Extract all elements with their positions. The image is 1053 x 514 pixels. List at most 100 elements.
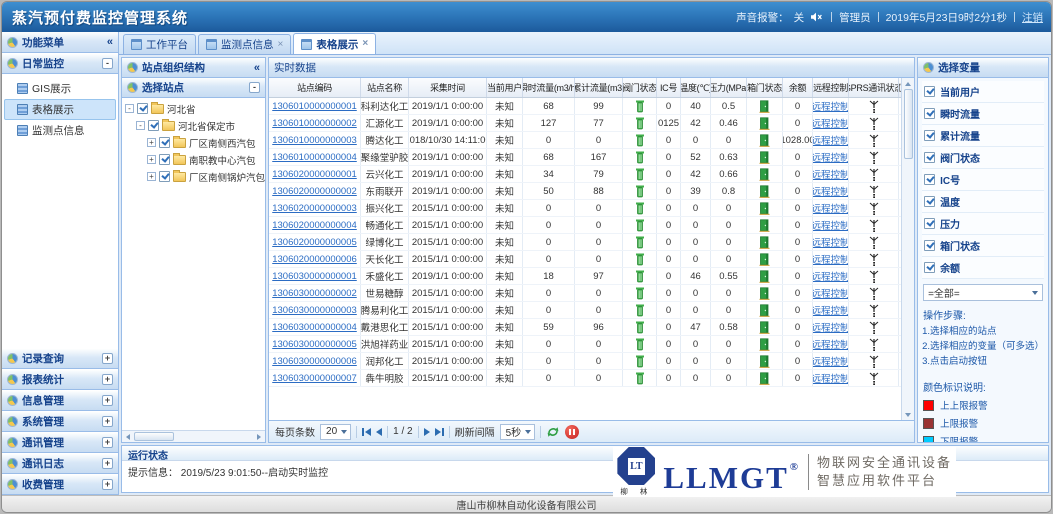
table-row[interactable]: 1306010000000003 腾达化工 2018/10/30 14:11:0…: [269, 132, 901, 149]
variable-option[interactable]: 压力: [922, 213, 1044, 235]
grid-vertical-scrollbar[interactable]: [901, 78, 914, 420]
sidebar-section-header[interactable]: 日常监控 -: [2, 53, 118, 74]
remote-control-link[interactable]: 远程控制: [813, 201, 849, 215]
column-header[interactable]: 累计流量(m3): [575, 78, 623, 97]
table-row[interactable]: 1306030000000002 世易糖醇 2015/1/1 0:00:00 未…: [269, 285, 901, 302]
remote-control-link[interactable]: 远程控制: [813, 286, 849, 300]
station-code-link[interactable]: 1306030000000004: [272, 322, 357, 333]
remote-control-link[interactable]: 远程控制: [813, 133, 849, 147]
refresh-button[interactable]: [546, 425, 560, 439]
sidebar-item[interactable]: 监测点信息: [4, 120, 116, 141]
station-code-link[interactable]: 1306020000000004: [272, 220, 357, 231]
variable-option[interactable]: 瞬时流量: [922, 103, 1044, 125]
station-code-link[interactable]: 1306010000000004: [272, 152, 357, 163]
sidebar-section-header[interactable]: 通讯日志 +: [2, 453, 118, 474]
sidebar-section-header[interactable]: 报表统计 +: [2, 369, 118, 390]
tree-checkbox[interactable]: [159, 171, 170, 182]
remote-control-link[interactable]: 远程控制: [813, 354, 849, 368]
table-row[interactable]: 1306020000000003 振兴化工 2015/1/1 0:00:00 未…: [269, 200, 901, 217]
tree-node[interactable]: + 南职教中心汽包: [122, 151, 265, 168]
select-station-header[interactable]: 选择站点 -: [122, 78, 265, 98]
variable-checkbox[interactable]: [924, 218, 935, 229]
station-code-link[interactable]: 1306020000000002: [272, 186, 357, 197]
sidebar-section-header[interactable]: 记录查询 +: [2, 348, 118, 369]
remote-control-link[interactable]: 远程控制: [813, 150, 849, 164]
table-row[interactable]: 1306020000000005 绿博化工 2015/1/1 0:00:00 未…: [269, 234, 901, 251]
tab[interactable]: 监测点信息 ×: [198, 34, 291, 54]
column-header[interactable]: 箱门状态: [747, 78, 783, 97]
table-row[interactable]: 1306030000000001 禾盛化工 2019/1/1 0:00:00 未…: [269, 268, 901, 285]
table-row[interactable]: 1306010000000004 聚缘堂驴胶 2019/1/1 0:00:00 …: [269, 149, 901, 166]
tree-node[interactable]: - 河北省保定市: [122, 117, 265, 134]
sound-alarm-state[interactable]: 关: [794, 10, 805, 25]
variable-checkbox[interactable]: [924, 174, 935, 185]
remote-control-link[interactable]: 远程控制: [813, 371, 849, 385]
table-row[interactable]: 1306020000000004 畅通化工 2015/1/1 0:00:00 未…: [269, 217, 901, 234]
tree-checkbox[interactable]: [137, 103, 148, 114]
remote-control-link[interactable]: 远程控制: [813, 252, 849, 266]
variable-checkbox[interactable]: [924, 86, 935, 97]
station-code-link[interactable]: 1306020000000003: [272, 203, 357, 214]
speaker-muted-icon[interactable]: [810, 12, 823, 22]
scroll-up-icon[interactable]: [902, 78, 914, 89]
station-code-link[interactable]: 1306030000000001: [272, 271, 357, 282]
station-code-link[interactable]: 1306030000000002: [272, 288, 357, 299]
station-code-link[interactable]: 1306010000000001: [272, 101, 357, 112]
page-size-select[interactable]: 20: [320, 424, 351, 440]
variable-checkbox[interactable]: [924, 240, 935, 251]
remote-control-link[interactable]: 远程控制: [813, 269, 849, 283]
variable-option[interactable]: 当前用户: [922, 81, 1044, 103]
logout-link[interactable]: 注销: [1022, 10, 1043, 25]
table-row[interactable]: 1306030000000004 戴港思化工 2015/1/1 0:00:00 …: [269, 319, 901, 336]
first-page-button[interactable]: [362, 428, 371, 436]
column-header[interactable]: 当前用户: [487, 78, 523, 97]
variable-option[interactable]: IC号: [922, 169, 1044, 191]
refresh-interval-select[interactable]: 5秒: [500, 424, 536, 440]
table-row[interactable]: 1306020000000006 天长化工 2015/1/1 0:00:00 未…: [269, 251, 901, 268]
tree-horizontal-scrollbar[interactable]: [122, 430, 265, 442]
variable-checkbox[interactable]: [924, 196, 935, 207]
variable-checkbox[interactable]: [924, 130, 935, 141]
table-row[interactable]: 1306010000000001 科利达化工 2019/1/1 0:00:00 …: [269, 98, 901, 115]
scroll-down-icon[interactable]: [902, 409, 914, 420]
sidebar-section-header[interactable]: 通讯管理 +: [2, 432, 118, 453]
column-header[interactable]: GPRS通讯状态: [849, 78, 899, 97]
column-header[interactable]: 远程控制: [813, 78, 849, 97]
table-row[interactable]: 1306020000000001 云兴化工 2019/1/1 0:00:00 未…: [269, 166, 901, 183]
remote-control-link[interactable]: 远程控制: [813, 116, 849, 130]
station-code-link[interactable]: 1306020000000006: [272, 254, 357, 265]
remote-control-link[interactable]: 远程控制: [813, 303, 849, 317]
tree-expander-icon[interactable]: -: [125, 104, 134, 113]
variable-filter-select[interactable]: =全部=: [923, 284, 1043, 301]
tree-checkbox[interactable]: [159, 154, 170, 165]
station-code-link[interactable]: 1306010000000003: [272, 135, 357, 146]
station-code-link[interactable]: 1306010000000002: [272, 118, 357, 129]
remote-control-link[interactable]: 远程控制: [813, 320, 849, 334]
pause-monitor-button[interactable]: [565, 425, 579, 439]
section-expand-toggle-icon[interactable]: +: [102, 353, 113, 364]
variable-checkbox[interactable]: [924, 108, 935, 119]
tab-close-icon[interactable]: ×: [362, 39, 368, 49]
section-expand-toggle-icon[interactable]: +: [102, 374, 113, 385]
table-row[interactable]: 1306020000000002 东雨联开 2019/1/1 0:00:00 未…: [269, 183, 901, 200]
tree-node[interactable]: + 厂区南侧锅炉汽包: [122, 168, 265, 185]
table-row[interactable]: 1306030000000006 润邦化工 2015/1/1 0:00:00 未…: [269, 353, 901, 370]
station-code-link[interactable]: 1306030000000007: [272, 373, 357, 384]
tree-checkbox[interactable]: [159, 137, 170, 148]
remote-control-link[interactable]: 远程控制: [813, 99, 849, 113]
prev-page-button[interactable]: [376, 428, 382, 436]
sidebar-section-header[interactable]: 收费管理 +: [2, 474, 118, 495]
table-row[interactable]: 1306030000000005 洪旭祥药业 2015/1/1 0:00:00 …: [269, 336, 901, 353]
section-expand-toggle-icon[interactable]: +: [102, 416, 113, 427]
section-expand-toggle-icon[interactable]: +: [102, 437, 113, 448]
variable-option[interactable]: 温度: [922, 191, 1044, 213]
column-header[interactable]: 余额: [783, 78, 813, 97]
tree-collapse-icon[interactable]: «: [254, 62, 260, 74]
remote-control-link[interactable]: 远程控制: [813, 235, 849, 249]
remote-control-link[interactable]: 远程控制: [813, 218, 849, 232]
station-code-link[interactable]: 1306030000000006: [272, 356, 357, 367]
table-row[interactable]: 1306010000000002 汇源化工 2019/1/1 0:00:00 未…: [269, 115, 901, 132]
station-code-link[interactable]: 1306030000000003: [272, 305, 357, 316]
tree-expander-icon[interactable]: +: [147, 172, 156, 181]
section-expand-toggle-icon[interactable]: -: [102, 58, 113, 69]
